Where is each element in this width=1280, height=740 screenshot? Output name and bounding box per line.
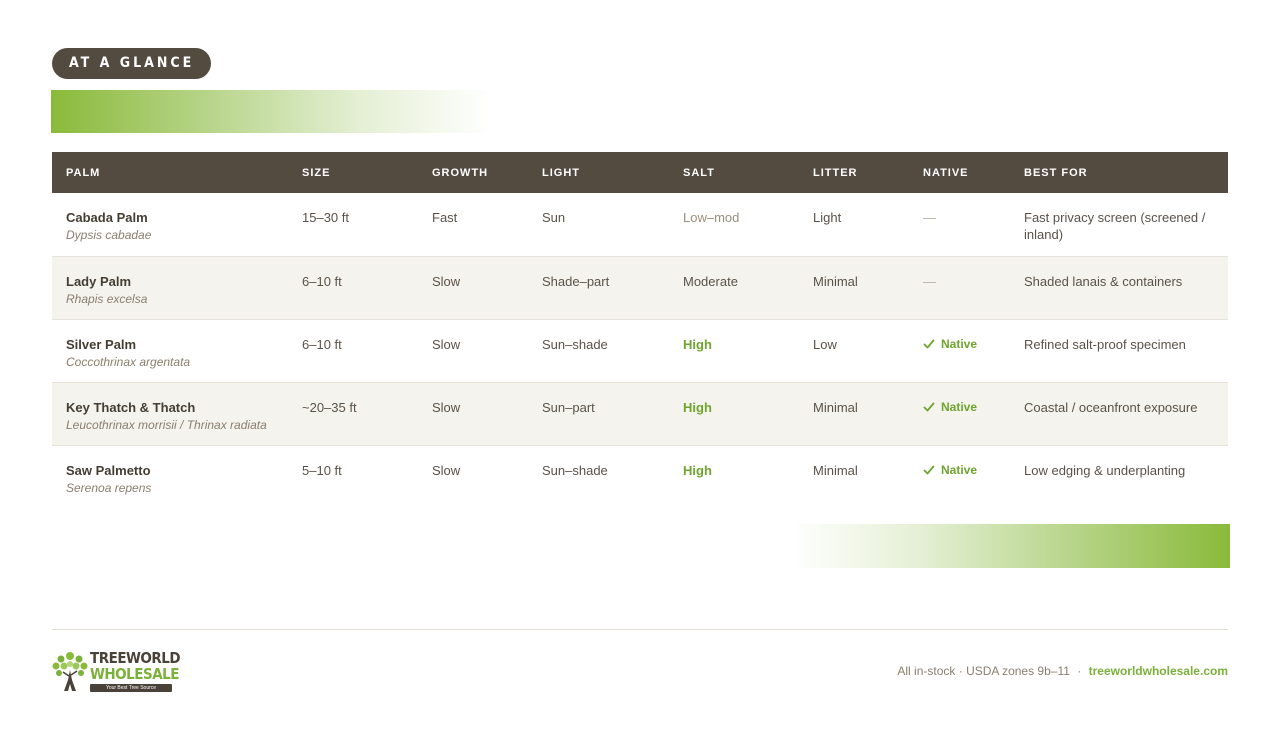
check-icon [923,465,935,475]
cell-litter: Minimal [813,273,858,289]
cell-native: Native [909,382,1010,445]
cell-salt: High [683,399,712,415]
footer-divider [52,629,1228,630]
cell-palm: Lady Palm Rhapis excelsa [52,256,288,319]
decorative-gradient-bar-top [51,90,491,133]
cell-litter: Minimal [813,399,858,415]
logo-text-wholesale: WHOLESALE [90,665,179,683]
table-row: Cabada Palm Dypsis cabadae 15–30 ft Fast Sun… [52,193,1228,256]
cell-palm: Key Thatch & Thatch Leucothrinax morrisii… [52,382,288,445]
header-light: LIGHT [542,166,580,179]
table-row: Silver Palm Coccothrinax argentata 6–10 ft… [52,319,1228,382]
cell-light: Sun–part [542,399,595,415]
native-label: Native [941,399,978,414]
cell-growth: Slow [432,399,461,415]
cell-size: 6–10 ft [302,336,342,352]
native-badge: Native [923,399,977,416]
tree-logo-icon [52,652,88,691]
palm-name: Silver Palm [66,336,137,352]
palm-name: Saw Palmetto [66,462,151,478]
table-row: Saw Palmetto Serenoa repens 5–10 ft Slow Sun… [52,445,1228,508]
check-icon [923,339,935,349]
native-badge: Native [923,462,977,479]
table-row: Lady Palm Rhapis excelsa 6–10 ft Slow Shade–… [52,256,1228,319]
native-label: Native [941,336,978,351]
cell-size: ~20–35 ft [302,399,357,415]
cell-best-for: Low edging & underplanting [1024,462,1186,478]
header-palm: PALM [66,166,101,179]
palm-scientific-name: Rhapis excelsa [66,291,148,306]
cell-best-for: Refined salt-proof specimen [1024,336,1186,352]
cell-litter: Low [813,336,837,352]
table-row: Key Thatch & Thatch Leucothrinax morrisii… [52,382,1228,445]
native-dash: — [923,273,936,289]
header-growth: GROWTH [432,166,489,179]
cell-size: 6–10 ft [302,273,342,289]
cell-palm: Silver Palm Coccothrinax argentata [52,319,288,382]
header-salt: SALT [683,166,715,179]
website-link[interactable]: treeworldwholesale.com [1089,664,1228,678]
table-header-row: PALM SIZE GROWTH LIGHT SALT LITTER NATIV… [52,152,1228,193]
palm-scientific-name: Coccothrinax argentata [66,354,191,369]
cell-native: Native [909,445,1010,508]
native-badge: Native [923,336,977,353]
cell-best-for: Shaded lanais & containers [1024,273,1183,289]
footer-note: All in-stock · USDA zones 9b–11 [897,664,1070,678]
palm-comparison-table: PALM SIZE GROWTH LIGHT SALT LITTER NATIV… [52,152,1228,508]
cell-growth: Slow [432,273,461,289]
footer-separator: · [1077,664,1082,678]
cell-light: Sun–shade [542,336,608,352]
native-label: Native [941,462,978,477]
cell-palm: Cabada Palm Dypsis cabadae [52,193,288,256]
header-native: NATIVE [923,166,969,179]
header-size: SIZE [302,166,331,179]
treeworld-logo[interactable]: TREEWORLD WHOLESALE Your Best Tree Sourc… [52,650,181,694]
cell-salt: Moderate [683,273,738,289]
section-badge: AT A GLANCE [52,48,212,79]
palm-scientific-name: Leucothrinax morrisii / Thrinax radiata [66,417,267,432]
cell-best-for: Fast privacy screen (screened / inland) [1024,210,1206,242]
cell-native: — [909,193,1010,256]
palm-name: Lady Palm [66,273,132,289]
cell-best-for: Coastal / oceanfront exposure [1024,399,1198,415]
decorative-gradient-bar-bottom [790,524,1230,568]
cell-palm: Saw Palmetto Serenoa repens [52,445,288,508]
cell-size: 5–10 ft [302,462,342,478]
palm-name: Cabada Palm [66,210,148,225]
cell-salt: High [683,462,712,478]
palm-name: Key Thatch & Thatch [66,399,196,415]
palm-scientific-name: Serenoa repens [66,480,152,495]
logo-text-treeworld: TREEWORLD [90,649,181,667]
cell-native: Native [909,319,1010,382]
header-best-for: BEST FOR [1024,166,1088,179]
cell-native: — [909,256,1010,319]
check-icon [923,402,935,412]
cell-light: Shade–part [542,273,610,289]
cell-size: 15–30 ft [302,210,349,225]
cell-growth: Slow [432,336,461,352]
cell-light: Sun [542,210,566,225]
cell-litter: Light [813,210,842,225]
palm-scientific-name: Dypsis cabadae [66,228,152,242]
cell-growth: Fast [432,210,458,225]
cell-growth: Slow [432,462,461,478]
cell-litter: Minimal [813,462,858,478]
native-dash: — [923,210,936,225]
cell-light: Sun–shade [542,462,608,478]
footer-info: All in-stock · USDA zones 9b–11 · treewo… [897,664,1228,678]
cell-salt: Low–mod [683,210,740,225]
header-litter: LITTER [813,166,858,179]
logo-tagline: Your Best Tree Source [90,684,172,692]
cell-salt: High [683,336,712,352]
